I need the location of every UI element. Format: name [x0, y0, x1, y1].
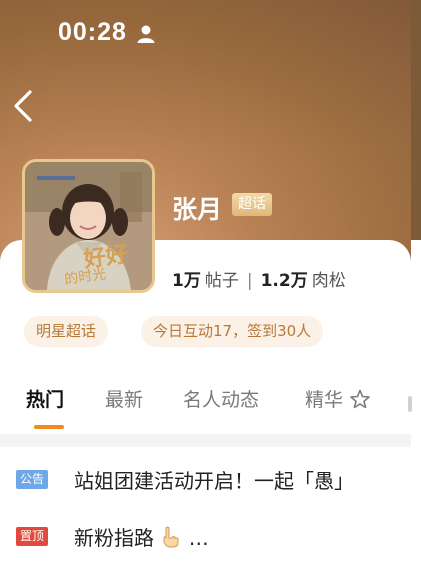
back-button[interactable] [10, 88, 38, 124]
list-item[interactable]: 置顶 新粉指路 … [0, 512, 411, 562]
avatar-portrait-image: 好好 的时光 [25, 162, 152, 290]
right-edge-strip [411, 0, 421, 240]
tab-featured-label: 精华 [305, 389, 344, 411]
notice-badge: 公告 [16, 470, 49, 489]
list-item[interactable]: 公告 站姐团建活动开启！一起「愚」 [0, 455, 411, 505]
posts-count: 1万 [172, 271, 201, 291]
stats-row: 1万 帖子 | 1.2万 肉松 [172, 266, 346, 291]
tag-star-super-topic[interactable]: 明星超话 [24, 316, 109, 347]
tag-daily-interaction[interactable]: 今日互动17，签到30人 [141, 316, 324, 347]
status-bar-time: 00:28 [58, 18, 127, 46]
post-title: 新粉指路 [74, 526, 154, 550]
tab-overflow-hint [408, 396, 412, 412]
fans-count: 1.2万 [260, 271, 308, 291]
active-tab-indicator [34, 425, 64, 429]
avatar[interactable]: 好好 的时光 [22, 159, 155, 293]
pinned-badge: 置顶 [16, 527, 49, 546]
pointing-down-hand-icon [163, 526, 179, 548]
post-title-ellipsis: … [188, 526, 209, 550]
super-topic-badge: 超话 [232, 193, 272, 216]
posts-label: 帖子 [204, 271, 239, 291]
profile-name: 张月 [172, 195, 223, 224]
stats-separator: | [246, 271, 253, 291]
post-title-wrap: 新粉指路 … [74, 522, 209, 551]
fans-label: 肉松 [311, 271, 346, 291]
tab-featured[interactable]: 精华 [305, 385, 371, 412]
tab-bar: 热门 最新 名人动态 精华 [0, 385, 421, 425]
tab-hot[interactable]: 热门 [26, 385, 64, 412]
star-icon [350, 389, 370, 409]
post-title: 站姐团建活动开启！一起「愚」 [74, 469, 354, 493]
tab-celebrity-news[interactable]: 名人动态 [183, 385, 259, 412]
person-icon [137, 25, 155, 43]
tab-latest[interactable]: 最新 [105, 385, 143, 412]
section-divider [0, 434, 411, 447]
